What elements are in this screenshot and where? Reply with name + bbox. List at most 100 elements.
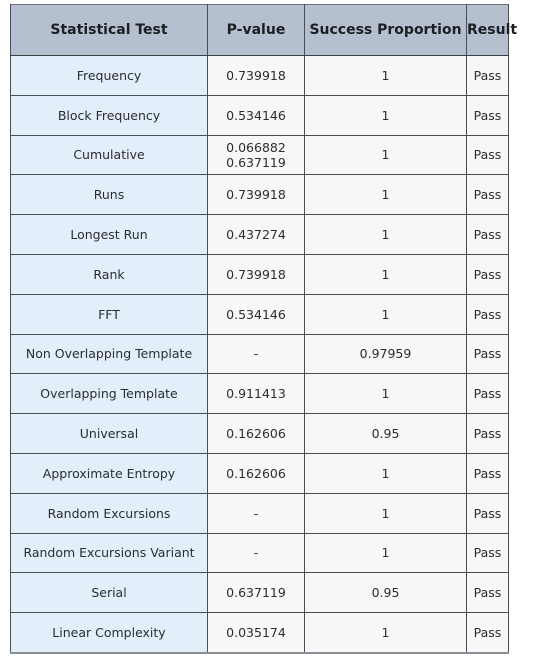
cell-success-proportion: 1	[304, 373, 467, 415]
p-value-line: 0.739918	[226, 266, 286, 282]
table-row: FFT 0.534146 1 Pass	[10, 294, 509, 335]
cell-statistical-test: Rank	[10, 254, 208, 295]
cell-result: Pass	[466, 55, 509, 96]
p-value-line: -	[253, 505, 259, 521]
cell-statistical-test: Random Excursions	[10, 493, 208, 534]
header-result: Result	[466, 4, 517, 56]
cell-p-value: 0.739918	[207, 55, 305, 96]
cell-p-value: 0.534146	[207, 95, 305, 136]
cell-p-value: 0.911413	[207, 373, 305, 415]
cell-statistical-test: Runs	[10, 174, 208, 216]
cell-result: Pass	[466, 572, 509, 614]
cell-success-proportion: 1	[304, 254, 467, 295]
cell-statistical-test: Cumulative	[10, 135, 208, 176]
cell-result: Pass	[466, 135, 509, 176]
cell-p-value: 0.035174	[207, 612, 305, 654]
p-value-line: 0.534146	[226, 306, 286, 322]
cell-success-proportion: 1	[304, 214, 467, 255]
table-row: Longest Run 0.437274 1 Pass	[10, 214, 509, 255]
cell-p-value: 0.066882 0.637119	[207, 135, 305, 176]
cell-success-proportion: 0.95	[304, 572, 467, 614]
table-row: Runs 0.739918 1 Pass	[10, 174, 509, 216]
cell-result: Pass	[466, 453, 509, 494]
cell-p-value: -	[207, 533, 305, 574]
cell-p-value: -	[207, 334, 305, 375]
table-row: Rank 0.739918 1 Pass	[10, 254, 509, 295]
cell-result: Pass	[466, 294, 509, 335]
cell-result: Pass	[466, 95, 509, 136]
cell-statistical-test: Block Frequency	[10, 95, 208, 136]
p-value-line: 0.437274	[226, 227, 286, 243]
cell-p-value: -	[207, 493, 305, 534]
table-row: Random Excursions Variant - 1 Pass	[10, 533, 509, 574]
header-statistical-test: Statistical Test	[10, 4, 208, 56]
cell-success-proportion: 0.97959	[304, 334, 467, 375]
table-row: Overlapping Template 0.911413 1 Pass	[10, 373, 509, 415]
cell-statistical-test: Random Excursions Variant	[10, 533, 208, 574]
cell-success-proportion: 1	[304, 533, 467, 574]
p-value-line: -	[253, 545, 259, 561]
cell-statistical-test: Overlapping Template	[10, 373, 208, 415]
cell-success-proportion: 1	[304, 453, 467, 494]
table-header: Statistical Test P-value Success Proport…	[10, 4, 517, 56]
cell-result: Pass	[466, 493, 509, 534]
cell-statistical-test: Universal	[10, 413, 208, 454]
header-success-proportion: Success Proportion	[304, 4, 467, 56]
cell-statistical-test: Approximate Entropy	[10, 453, 208, 494]
p-value-line: 0.637119	[226, 154, 286, 170]
table-row: Frequency 0.739918 1 Pass	[10, 55, 509, 96]
p-value-line: 0.162606	[226, 465, 286, 481]
p-value-line: 0.035174	[226, 625, 286, 641]
cell-result: Pass	[466, 612, 509, 654]
cell-success-proportion: 1	[304, 55, 467, 96]
cell-success-proportion: 0.95	[304, 413, 467, 454]
cell-p-value: 0.637119	[207, 572, 305, 614]
cell-success-proportion: 1	[304, 135, 467, 176]
cell-p-value: 0.437274	[207, 214, 305, 255]
cell-p-value: 0.162606	[207, 453, 305, 494]
cell-statistical-test: Frequency	[10, 55, 208, 96]
table-row: Serial 0.637119 0.95 Pass	[10, 572, 509, 614]
p-value-line: 0.739918	[226, 67, 286, 83]
cell-statistical-test: FFT	[10, 294, 208, 335]
p-value-line: 0.066882	[226, 139, 286, 155]
table-row: Approximate Entropy 0.162606 1 Pass	[10, 453, 509, 494]
table-row: Non Overlapping Template - 0.97959 Pass	[10, 334, 509, 375]
header-row: Statistical Test P-value Success Proport…	[10, 4, 517, 56]
p-value-line: 0.162606	[226, 426, 286, 442]
header-p-value: P-value	[207, 4, 305, 56]
cell-statistical-test: Longest Run	[10, 214, 208, 255]
cell-result: Pass	[466, 413, 509, 454]
cell-statistical-test: Linear Complexity	[10, 612, 208, 654]
results-table-container: Statistical Test P-value Success Proport…	[10, 4, 517, 654]
cell-result: Pass	[466, 533, 509, 574]
cell-success-proportion: 1	[304, 174, 467, 216]
cell-result: Pass	[466, 254, 509, 295]
cell-statistical-test: Serial	[10, 572, 208, 614]
cell-result: Pass	[466, 373, 509, 415]
cell-result: Pass	[466, 334, 509, 375]
table-row: Cumulative 0.066882 0.637119 1 Pass	[10, 135, 509, 176]
table-row: Random Excursions - 1 Pass	[10, 493, 509, 534]
cell-success-proportion: 1	[304, 95, 467, 136]
cell-success-proportion: 1	[304, 612, 467, 654]
cell-statistical-test: Non Overlapping Template	[10, 334, 208, 375]
cell-result: Pass	[466, 174, 509, 216]
cell-result: Pass	[466, 214, 509, 255]
cell-p-value: 0.162606	[207, 413, 305, 454]
table-row: Universal 0.162606 0.95 Pass	[10, 413, 509, 454]
p-value-line: 0.637119	[226, 585, 286, 601]
table-body: Frequency 0.739918 1 Pass Block Frequency 0.5…	[10, 55, 509, 654]
cell-p-value: 0.739918	[207, 174, 305, 216]
table-row: Linear Complexity 0.035174 1 Pass	[10, 612, 509, 654]
cell-success-proportion: 1	[304, 493, 467, 534]
p-value-line: 0.911413	[226, 386, 286, 402]
cell-success-proportion: 1	[304, 294, 467, 335]
table-row: Block Frequency 0.534146 1 Pass	[10, 95, 509, 136]
p-value-line: 0.534146	[226, 107, 286, 123]
cell-p-value: 0.534146	[207, 294, 305, 335]
p-value-line: -	[253, 346, 259, 362]
statistical-test-results-table: Statistical Test P-value Success Proport…	[10, 4, 517, 654]
cell-p-value: 0.739918	[207, 254, 305, 295]
p-value-line: 0.739918	[226, 187, 286, 203]
